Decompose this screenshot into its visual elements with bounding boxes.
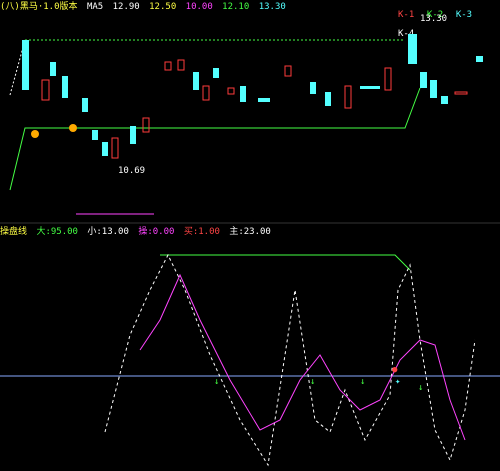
candle	[454, 91, 468, 95]
candle	[82, 98, 88, 112]
candle	[130, 126, 136, 144]
candle	[258, 98, 270, 102]
candle	[102, 142, 108, 156]
indicator-info-bar: 操盘线 大:95.00 小:13.00 操:0.00 买:1.00 主:23.0…	[0, 225, 300, 239]
indicator-item-5: 主:23.00	[229, 227, 271, 237]
candle	[41, 79, 50, 101]
candle	[142, 117, 150, 133]
candle	[441, 96, 448, 104]
candle	[50, 62, 56, 76]
candle	[177, 59, 185, 71]
candle	[164, 61, 172, 71]
candle	[344, 85, 352, 109]
magenta-indicator-line	[139, 273, 466, 441]
candle	[202, 85, 210, 101]
buy-arrow: ↓	[418, 383, 423, 393]
white-indicator-line	[104, 253, 476, 467]
high-price-label: 13.30	[420, 14, 448, 24]
indicator-item-3: 操:0.00	[138, 227, 175, 237]
candle	[22, 40, 29, 90]
candle	[213, 68, 219, 78]
signal-marker	[31, 130, 39, 138]
indicator-item-2: 小:13.00	[87, 227, 129, 237]
signal-marker	[69, 124, 77, 132]
low-price-label: 10.69	[118, 166, 146, 176]
sell-marker: ●	[392, 365, 398, 375]
buy-arrow: ↓	[360, 377, 365, 387]
indicator-item-4: 买:1.00	[183, 227, 220, 237]
candle	[193, 72, 199, 90]
candle	[284, 65, 292, 77]
upper-indicator-line	[160, 254, 411, 271]
candle	[62, 76, 68, 98]
candle	[92, 130, 98, 140]
candle	[325, 92, 331, 106]
candle	[476, 56, 483, 62]
candle	[227, 87, 235, 95]
candlesticks	[22, 34, 483, 159]
candle	[360, 86, 380, 89]
indicator-name: 操盘线	[0, 227, 28, 237]
lower-band-line	[9, 87, 421, 191]
indicator-item-1: 大:95.00	[36, 227, 78, 237]
candle	[408, 34, 417, 64]
buy-arrow: ↓	[214, 377, 219, 387]
candle	[420, 72, 427, 88]
buy-arrow: ↓	[310, 377, 315, 387]
candle	[310, 82, 316, 94]
candle	[111, 137, 119, 159]
candle	[384, 67, 392, 91]
candle	[240, 86, 246, 102]
candle	[430, 80, 437, 98]
cross-marker: ✦	[395, 377, 401, 387]
